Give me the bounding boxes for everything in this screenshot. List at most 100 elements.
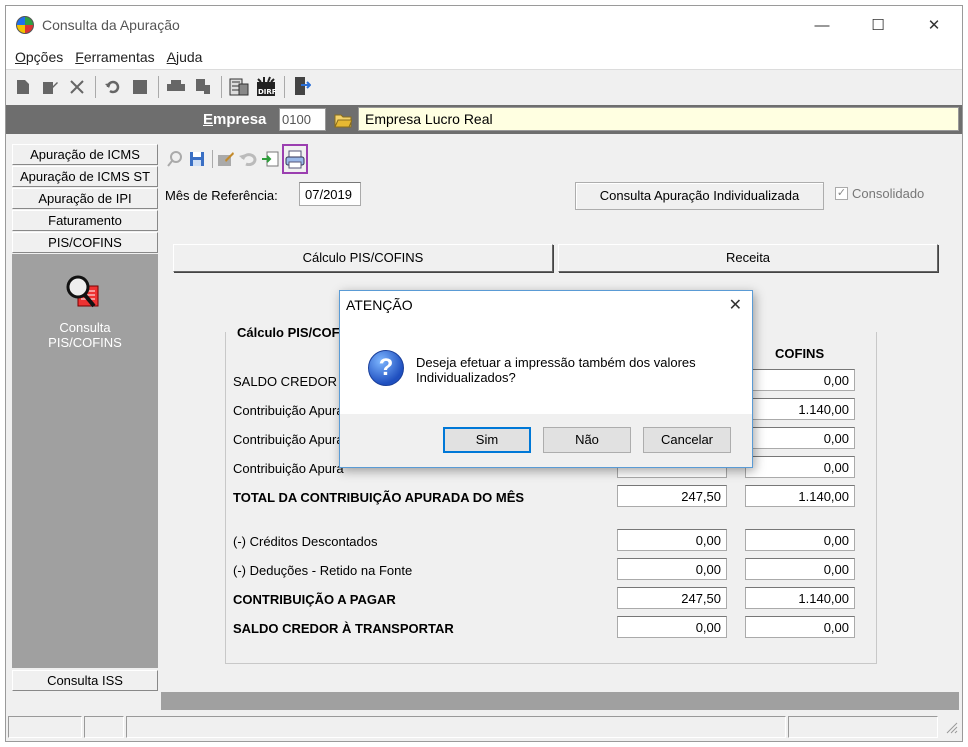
toolbar-separator — [221, 76, 222, 98]
menu-ajuda[interactable]: Ajuda — [167, 49, 203, 65]
tab-receita[interactable]: Receita — [558, 244, 938, 272]
save-icon[interactable] — [129, 76, 151, 98]
print-preview-icon[interactable] — [282, 144, 308, 174]
sidebar-tab-consulta-iss[interactable]: Consulta ISS — [12, 670, 158, 691]
status-bar — [6, 714, 962, 740]
toolbar-separator — [95, 76, 96, 98]
maximize-button[interactable]: ☐ — [850, 6, 906, 44]
nao-button[interactable]: Não — [543, 427, 631, 453]
cofins-saldo-credor-field[interactable]: 0,00 — [745, 369, 855, 391]
consolidado-label: Consolidado — [852, 186, 925, 201]
mes-referencia-label: Mês de Referência: — [165, 188, 278, 203]
menu-ferramentas[interactable]: Ferramentas — [75, 49, 154, 65]
search-icon[interactable] — [165, 148, 185, 170]
cofins-total-field[interactable]: 1.140,00 — [745, 485, 855, 507]
column-header-cofins: COFINS — [775, 346, 825, 361]
dialog-message-line2: Individualizados? — [416, 370, 516, 385]
cofins-contribuicao-3-field[interactable]: 0,00 — [745, 456, 855, 478]
sidebar-tab-faturamento[interactable]: Faturamento — [12, 210, 158, 231]
row-label-saldo-transportar: SALDO CREDOR À TRANSPORTAR — [233, 621, 454, 636]
exit-door-icon[interactable] — [291, 76, 313, 98]
window-title: Consulta da Apuração — [42, 17, 180, 33]
empresa-name-field: Empresa Lucro Real — [358, 107, 959, 131]
dialog-close-icon[interactable]: ✕ — [729, 295, 742, 315]
cofins-contribuicao-1-field[interactable]: 1.140,00 — [745, 398, 855, 420]
row-label-contribuicao-3: Contribuição Apura — [233, 461, 344, 476]
consulta-individualizada-button[interactable]: Consulta Apuração Individualizada — [575, 182, 824, 210]
new-icon[interactable] — [12, 76, 34, 98]
preview-icon[interactable] — [192, 76, 214, 98]
toolbar-separator — [284, 76, 285, 98]
resize-grip-icon[interactable] — [946, 722, 958, 737]
dirf-icon[interactable]: DIRF — [255, 76, 277, 98]
status-panel-3 — [126, 716, 786, 738]
sim-button[interactable]: Sim — [443, 427, 531, 453]
pis-creditos-field[interactable]: 0,00 — [617, 529, 727, 551]
dialog-title: ATENÇÃO — [346, 297, 413, 313]
cofins-saldo-transportar-field[interactable]: 0,00 — [745, 616, 855, 638]
open-folder-icon[interactable] — [332, 109, 354, 130]
save-disk-icon[interactable] — [187, 148, 207, 170]
edit-document-icon[interactable] — [216, 148, 236, 170]
title-bar: Consulta da Apuração — ☐ ✕ — [6, 6, 962, 44]
consolidado-checkbox[interactable]: ✓ Consolidado — [835, 186, 924, 201]
toolbar-separator — [158, 76, 159, 98]
row-label-deducoes: (-) Deduções - Retido na Fonte — [233, 563, 413, 578]
delete-icon[interactable] — [66, 76, 88, 98]
svg-text:DIRF: DIRF — [258, 88, 277, 96]
dialog-message: Deseja efetuar a impressão também dos va… — [416, 355, 736, 385]
row-label-contribuicao-1: Contribuição Apura — [233, 403, 344, 418]
calculator-icon[interactable] — [228, 76, 250, 98]
row-label-contribuicao-2: Contribuição Apura — [233, 432, 344, 447]
empresa-label: Empresa — [203, 111, 267, 128]
confirmation-dialog: ATENÇÃO ✕ ? Deseja efetuar a impressão t… — [339, 290, 753, 468]
consulta-pis-cofins-icon[interactable] — [64, 274, 104, 314]
close-button[interactable]: ✕ — [906, 6, 962, 44]
sidebar-tab-apuracao-ipi[interactable]: Apuração de IPI — [12, 188, 158, 209]
menu-opcoes[interactable]: Opções — [15, 49, 63, 65]
sidebar-tab-apuracao-icms-st[interactable]: Apuração de ICMS ST — [12, 166, 158, 187]
app-icon — [16, 16, 34, 34]
pis-deducoes-field[interactable]: 0,00 — [617, 558, 727, 580]
status-panel-2 — [84, 716, 124, 738]
consulta-label-line1: Consulta — [59, 320, 111, 335]
export-icon[interactable] — [260, 148, 280, 170]
tab-calculo-pis-cofins[interactable]: Cálculo PIS/COFINS — [173, 244, 553, 272]
sub-toolbar — [165, 144, 310, 174]
menu-bar: Opções Ferramentas Ajuda — [6, 44, 962, 70]
empresa-code-input[interactable]: 0100 — [279, 108, 326, 131]
cancelar-button[interactable]: Cancelar — [643, 427, 731, 453]
sub-toolbar-separator — [212, 150, 213, 168]
row-label-creditos-descontados: (-) Créditos Descontados — [233, 534, 378, 549]
status-panel-1 — [8, 716, 82, 738]
main-toolbar: DIRF — [6, 71, 962, 103]
sidebar-tab-pis-cofins[interactable]: PIS/COFINS — [12, 232, 158, 253]
row-label-contribuicao-pagar: CONTRIBUIÇÃO A PAGAR — [233, 592, 396, 607]
cofins-a-pagar-field[interactable]: 1.140,00 — [745, 587, 855, 609]
pis-a-pagar-field[interactable]: 247,50 — [617, 587, 727, 609]
consulta-pis-cofins-label[interactable]: Consulta PIS/COFINS — [12, 320, 158, 350]
row-label-total-contribuicao: TOTAL DA CONTRIBUIÇÃO APURADA DO MÊS — [233, 490, 525, 505]
cofins-deducoes-field[interactable]: 0,00 — [745, 558, 855, 580]
sidebar: Apuração de ICMS Apuração de ICMS ST Apu… — [10, 142, 158, 712]
group-title: Cálculo PIS/COF — [235, 325, 342, 340]
consulta-label-line2: PIS/COFINS — [48, 335, 122, 350]
undo-arrow-icon[interactable] — [238, 148, 258, 170]
bottom-gray-bar — [161, 692, 959, 710]
empresa-bar: Empresa 0100 Empresa Lucro Real — [6, 105, 962, 134]
sidebar-tab-apuracao-icms[interactable]: Apuração de ICMS — [12, 144, 158, 165]
print-icon[interactable] — [165, 76, 187, 98]
edit-icon[interactable] — [39, 76, 61, 98]
cofins-contribuicao-2-field[interactable]: 0,00 — [745, 427, 855, 449]
pis-total-field[interactable]: 247,50 — [617, 485, 727, 507]
checkmark-icon: ✓ — [835, 187, 848, 200]
cofins-creditos-field[interactable]: 0,00 — [745, 529, 855, 551]
sidebar-panel: Consulta PIS/COFINS — [12, 254, 158, 668]
dialog-message-line1: Deseja efetuar a impressão também dos va… — [416, 355, 696, 370]
pis-saldo-transportar-field[interactable]: 0,00 — [617, 616, 727, 638]
undo-icon[interactable] — [102, 76, 124, 98]
mes-referencia-input[interactable]: 07/2019 — [299, 182, 361, 206]
minimize-button[interactable]: — — [794, 6, 850, 44]
status-panel-4 — [788, 716, 938, 738]
question-icon: ? — [368, 350, 404, 386]
